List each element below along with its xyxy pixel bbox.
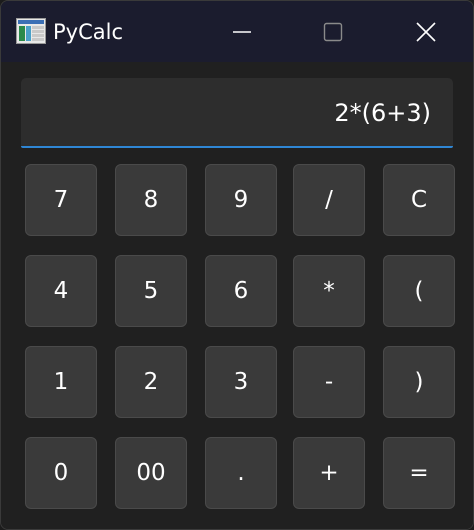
minimize-button[interactable] [197, 1, 287, 62]
key-2[interactable]: 2 [115, 346, 187, 418]
key-3[interactable]: 3 [205, 346, 277, 418]
key-8[interactable]: 8 [115, 164, 187, 236]
window-title: PyCalc [53, 20, 124, 44]
key-clear[interactable]: C [383, 164, 455, 236]
key-divide[interactable]: / [293, 164, 365, 236]
key-6[interactable]: 6 [205, 255, 277, 327]
key-4[interactable]: 4 [25, 255, 97, 327]
key-decimal[interactable]: . [205, 437, 277, 509]
key-5[interactable]: 5 [115, 255, 187, 327]
close-button[interactable] [381, 1, 471, 62]
key-9[interactable]: 9 [205, 164, 277, 236]
title-bar[interactable]: PyCalc [1, 1, 473, 62]
key-add[interactable]: + [293, 437, 365, 509]
maximize-button[interactable] [288, 1, 378, 62]
key-subtract[interactable]: - [293, 346, 365, 418]
key-multiply[interactable]: * [293, 255, 365, 327]
key-1[interactable]: 1 [25, 346, 97, 418]
calculator-window: PyCalc 2*(6+3) 7 8 9 / C 4 5 6 * (1 2 3… [0, 0, 474, 530]
key-00[interactable]: 00 [115, 437, 187, 509]
key-0[interactable]: 0 [25, 437, 97, 509]
calculator-body: 2*(6+3) 7 8 9 / C 4 5 6 * ( 1 2 3 - ) 0 … [1, 62, 473, 529]
close-icon [416, 21, 436, 42]
key-7[interactable]: 7 [25, 164, 97, 236]
minimize-icon [233, 30, 251, 33]
maximize-icon [323, 22, 343, 41]
key-close-paren[interactable]: ) [383, 346, 455, 418]
key-open-paren[interactable]: ( [383, 255, 455, 327]
calculator-app-icon [16, 18, 46, 44]
expression-display[interactable]: 2*(6+3) [21, 78, 453, 148]
key-equals[interactable]: = [383, 437, 455, 509]
